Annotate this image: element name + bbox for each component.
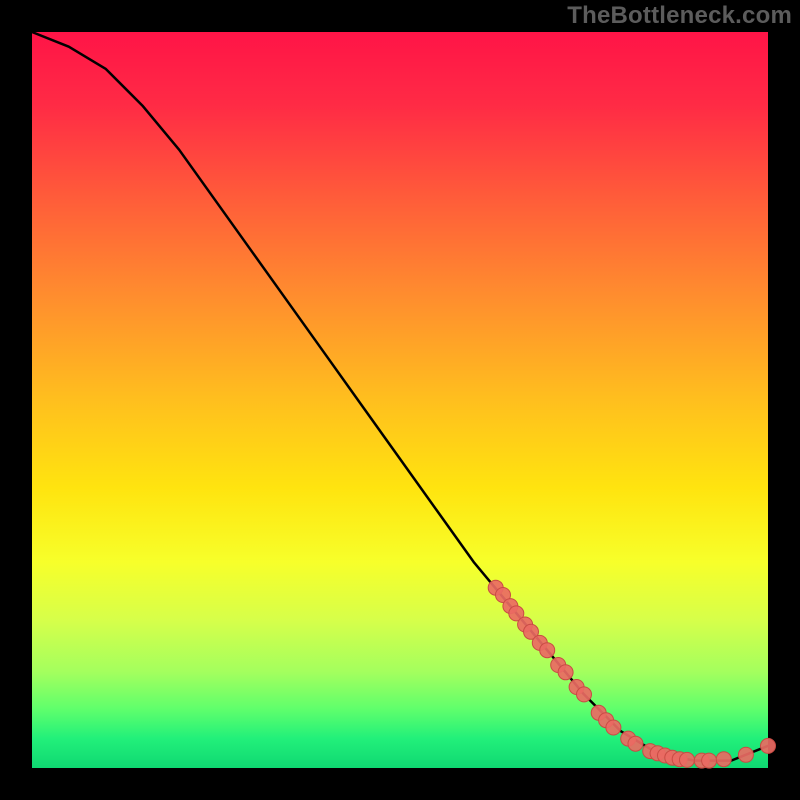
highlight-point: [680, 752, 695, 767]
highlight-point: [702, 753, 717, 768]
highlight-point: [558, 665, 573, 680]
highlight-point: [761, 738, 776, 753]
highlight-point: [628, 736, 643, 751]
highlight-point: [540, 643, 555, 658]
highlight-point: [738, 747, 753, 762]
bottleneck-chart: [0, 0, 800, 800]
heat-gradient-background: [32, 32, 768, 768]
highlight-point: [716, 752, 731, 767]
chart-stage: TheBottleneck.com: [0, 0, 800, 800]
highlight-point: [577, 687, 592, 702]
highlight-point: [606, 720, 621, 735]
